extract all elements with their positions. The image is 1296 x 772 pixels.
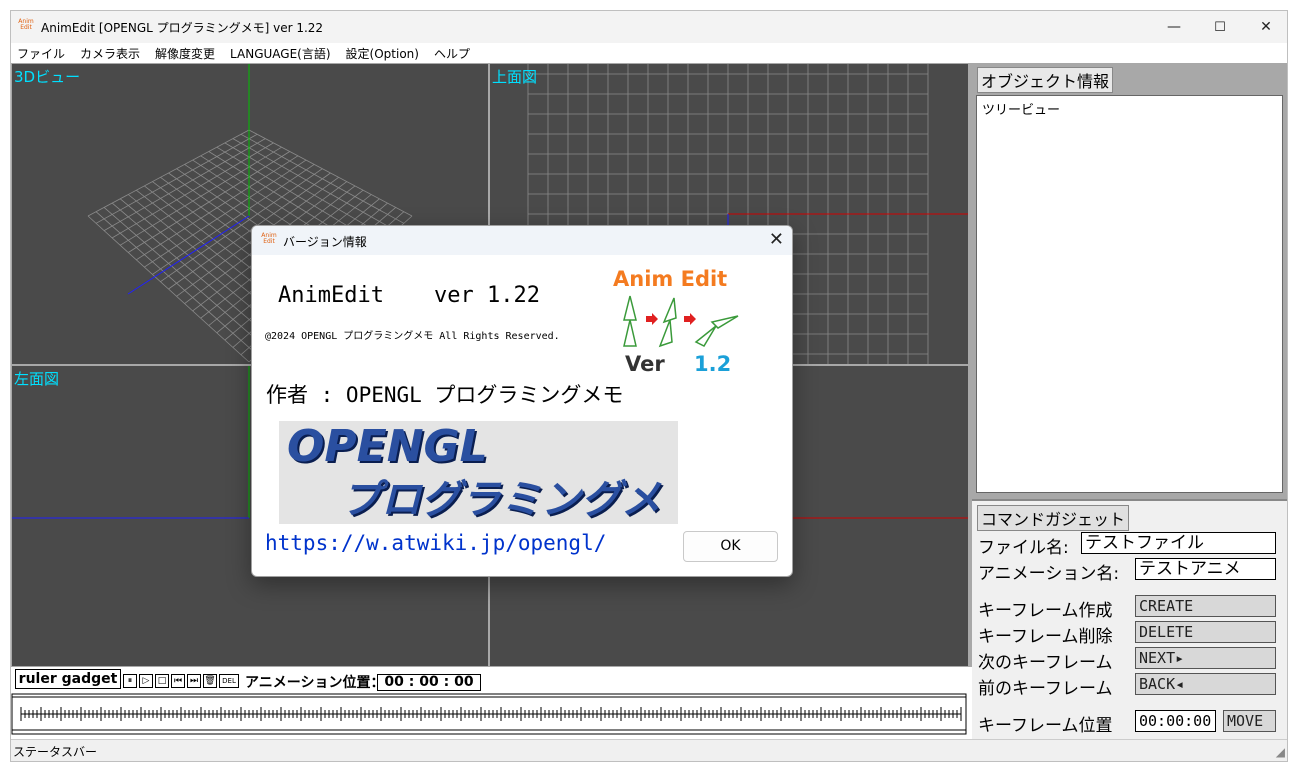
logo-version-number: 1.2 — [694, 352, 732, 376]
file-name-input[interactable]: テストファイル — [1081, 532, 1276, 554]
app-icon: Anim Edit — [18, 18, 34, 31]
anim-name-label: アニメーション名: — [978, 564, 1120, 584]
viewport-top-label: 上面図 — [492, 68, 538, 86]
ok-button[interactable]: OK — [683, 531, 778, 562]
resize-grip-icon[interactable]: ◢ — [1276, 745, 1285, 759]
banner-line1: OPENGL — [287, 421, 488, 472]
menu-language[interactable]: LANGUAGE(言語) — [230, 45, 330, 62]
ruler-gadget-tab[interactable]: ruler gadget — [15, 669, 121, 689]
close-button[interactable]: ✕ — [1243, 11, 1287, 43]
kf-next-label: 次のキーフレーム — [978, 653, 1113, 673]
command-gadget-title: コマンドガジェット — [977, 505, 1130, 531]
forward-button[interactable]: ⏭ — [187, 674, 201, 688]
menu-settings[interactable]: 設定(Option) — [346, 45, 419, 62]
move-button[interactable]: MOVE — [1223, 710, 1276, 732]
ruler-gadget: ruler gadget ⏸ ▷ □ ⏮ ⏭ 🗑 DEL アニメーション位置： … — [11, 667, 972, 739]
logo-arrows-icon — [623, 295, 739, 348]
file-name-label: ファイル名: — [978, 538, 1069, 558]
dialog-url-link[interactable]: https://w.atwiki.jp/opengl/ — [265, 531, 606, 555]
animation-position-label: アニメーション位置： — [245, 675, 385, 691]
menu-resolution[interactable]: 解像度変更 — [155, 45, 215, 62]
window-title: AnimEdit [OPENGL プログラミングメモ] ver 1.22 — [41, 21, 324, 35]
timeline-ruler[interactable] — [11, 693, 972, 737]
maximize-button[interactable]: ☐ — [1197, 11, 1243, 43]
menu-file[interactable]: ファイル — [17, 45, 65, 62]
tree-view[interactable]: ツリービュー — [976, 95, 1283, 493]
kf-prev-label: 前のキーフレーム — [978, 679, 1113, 699]
viewport-3d-label: 3Dビュー — [14, 68, 81, 86]
kf-position-label: キーフレーム位置 — [978, 716, 1113, 736]
rewind-button[interactable]: ⏮ — [171, 674, 185, 688]
dialog-app-icon: Anim Edit — [261, 232, 277, 245]
banner-line2: プログラミングメモ — [341, 477, 661, 523]
version-dialog: Anim Edit バージョン情報 ✕ AnimEdit ver 1.22 @20… — [251, 225, 793, 577]
kf-position-input[interactable]: 00:00:00 — [1135, 710, 1216, 732]
trash-button[interactable]: 🗑 — [203, 674, 217, 688]
menu-help[interactable]: ヘルプ — [434, 45, 470, 62]
dialog-title-bar: Anim Edit バージョン情報 ✕ — [252, 226, 792, 255]
command-gadget: コマンドガジェット ファイル名: テストファイル アニメーション名: テストアニ… — [972, 499, 1287, 739]
dialog-title: バージョン情報 — [283, 235, 367, 249]
back-button[interactable]: BACK◂ — [1135, 673, 1276, 695]
dialog-banner: OPENGL プログラミングメモ — [279, 421, 678, 524]
status-bar: ステータスバー — [11, 739, 1287, 761]
dialog-author: 作者 : OPENGL プログラミングメモ — [266, 383, 624, 407]
pause-button[interactable]: ⏸ — [123, 674, 137, 688]
animation-position-value: 00 : 00 : 00 — [377, 674, 481, 691]
object-info-title: オブジェクト情報 — [977, 67, 1114, 93]
kf-create-label: キーフレーム作成 — [978, 601, 1113, 621]
dialog-app-name: AnimEdit — [278, 283, 384, 308]
minimize-button[interactable]: — — [1151, 11, 1197, 43]
logo-ver: Ver — [625, 352, 665, 376]
logo-title: Anim Edit — [613, 267, 728, 291]
kf-delete-label: キーフレーム削除 — [978, 627, 1113, 647]
next-button[interactable]: NEXT▸ — [1135, 647, 1276, 669]
menu-bar: ファイル カメラ表示 解像度変更 LANGUAGE(言語) 設定(Option)… — [11, 43, 1287, 63]
tree-view-label: ツリービュー — [982, 103, 1061, 118]
dialog-copyright: @2024 OPENGL プログラミングメモ All Rights Reserv… — [265, 331, 560, 342]
stop-button[interactable]: □ — [155, 674, 169, 688]
dialog-close-button[interactable]: ✕ — [769, 229, 784, 250]
play-button[interactable]: ▷ — [139, 674, 153, 688]
delete-button[interactable]: DEL — [219, 674, 239, 688]
anim-name-input[interactable]: テストアニメ — [1135, 558, 1276, 580]
create-button[interactable]: CREATE — [1135, 595, 1276, 617]
viewport-left-label: 左面図 — [14, 370, 60, 388]
title-bar: Anim Edit AnimEdit [OPENGL プログラミングメモ] ver… — [11, 11, 1287, 43]
menu-camera[interactable]: カメラ表示 — [80, 45, 140, 62]
dialog-version: ver 1.22 — [434, 283, 540, 308]
delete-keyframe-button[interactable]: DELETE — [1135, 621, 1276, 643]
